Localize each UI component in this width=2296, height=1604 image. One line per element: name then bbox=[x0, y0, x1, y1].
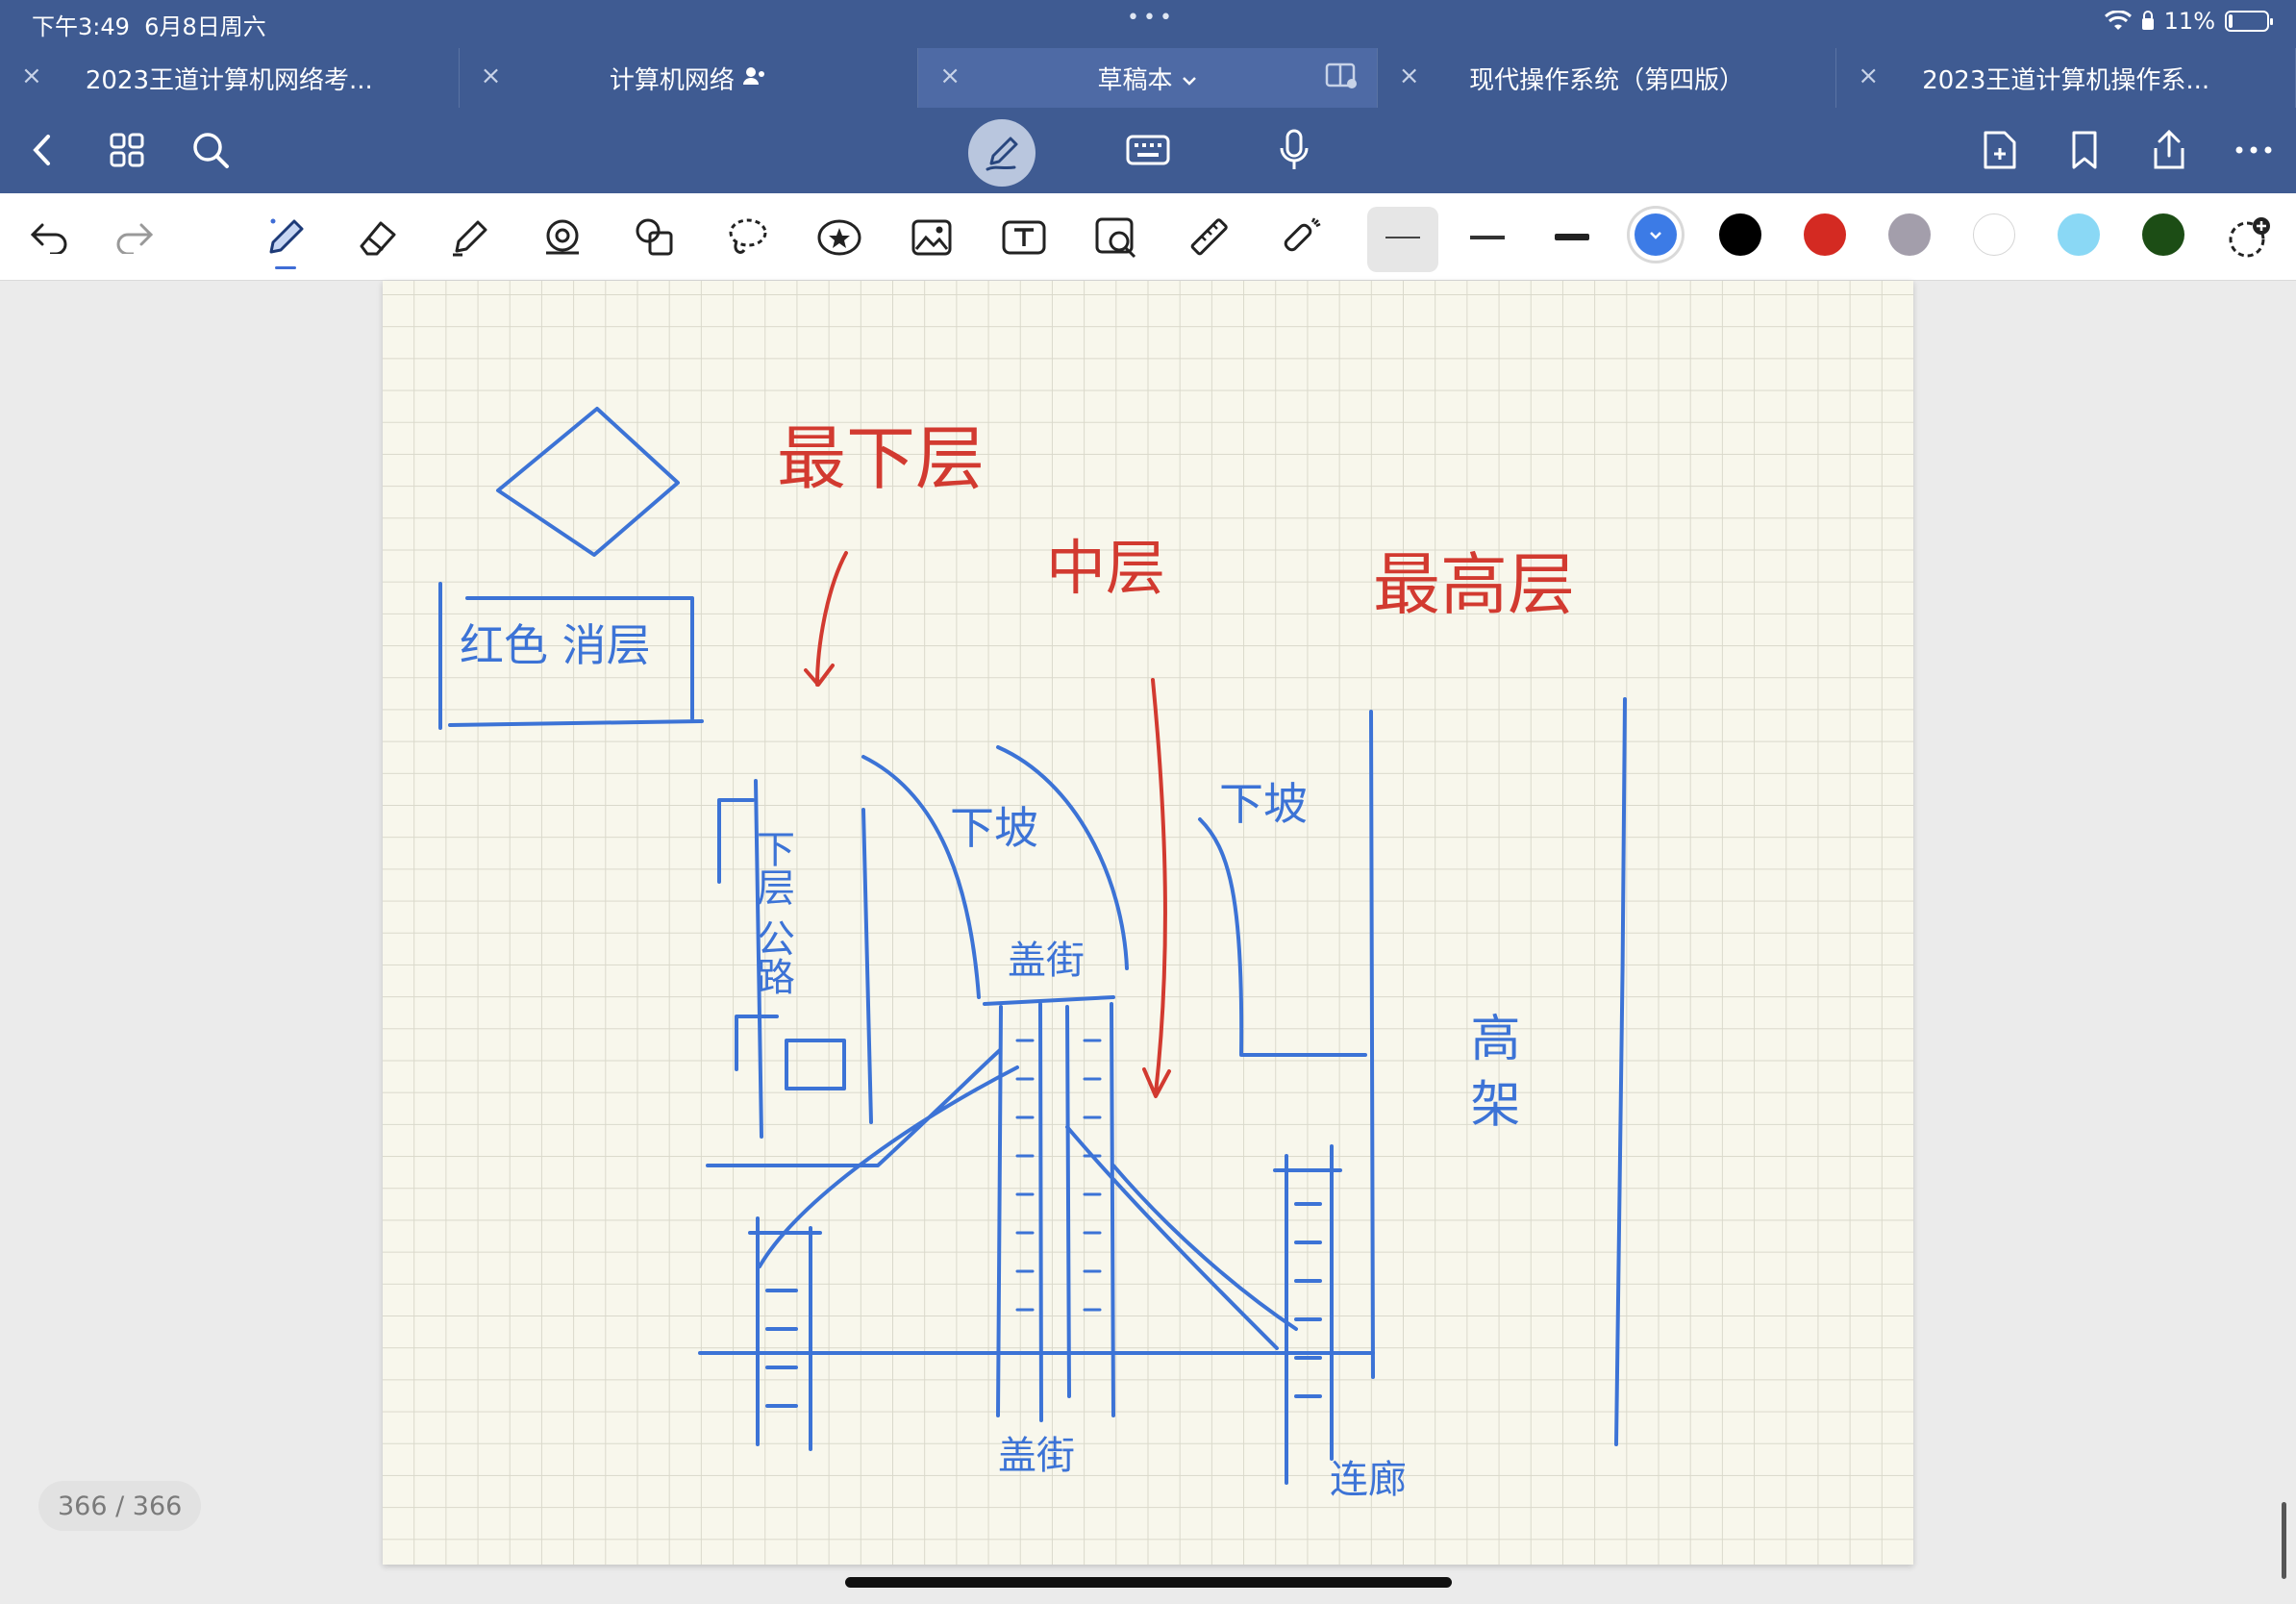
color-swatch-6[interactable] bbox=[2142, 213, 2184, 256]
wifi-icon bbox=[2104, 11, 2132, 30]
redo-icon[interactable] bbox=[108, 212, 160, 263]
undo-icon[interactable] bbox=[24, 212, 76, 263]
stroke-medium-icon[interactable] bbox=[1461, 212, 1513, 263]
chevron-down-icon[interactable] bbox=[1182, 63, 1197, 92]
microphone-icon[interactable] bbox=[1271, 127, 1317, 173]
handwritten-sketch: 红色 消层 最下层 中层 最高层 下层 公路 下坡 下坡 盖街 盖街 高 架 连… bbox=[438, 407, 1627, 1502]
label-ramp-right: 下坡 bbox=[1219, 778, 1308, 830]
diamond-shape bbox=[496, 407, 680, 557]
right-pillar bbox=[1273, 1144, 1342, 1485]
tab-4[interactable]: × 2023王道计算机操作系... bbox=[1836, 48, 2296, 108]
color-swatch-2[interactable] bbox=[1804, 213, 1846, 256]
status-time: 下午3:49 6月8日周六 bbox=[32, 13, 266, 40]
tab-2[interactable]: × 草稿本 bbox=[918, 48, 1378, 108]
ruler-tool-icon[interactable] bbox=[1183, 212, 1235, 263]
document-tabs: × 2023王道计算机网络考... × 计算机网络 × 草稿本 × 现代操作系统（第四版） × 2… bbox=[0, 48, 2296, 108]
laser-pointer-tool-icon[interactable] bbox=[1275, 212, 1327, 263]
back-icon[interactable] bbox=[19, 127, 65, 173]
tab-close-icon[interactable]: × bbox=[939, 62, 961, 90]
shapes-tool-icon[interactable] bbox=[537, 212, 588, 263]
pen-mode-icon[interactable] bbox=[968, 119, 1036, 187]
lasso-tool-icon[interactable] bbox=[721, 212, 773, 263]
label-lower-road: 下层 公路 bbox=[750, 829, 794, 995]
label-ramp-left: 下坡 bbox=[950, 802, 1038, 854]
grid-icon[interactable] bbox=[104, 127, 150, 173]
share-icon[interactable] bbox=[2146, 127, 2192, 173]
multitasking-dots-icon[interactable]: ••• bbox=[1127, 6, 1176, 30]
more-icon[interactable] bbox=[2231, 127, 2277, 173]
label-walkway-bottom: 盖街 bbox=[998, 1434, 1075, 1478]
keyboard-icon[interactable] bbox=[1125, 127, 1171, 173]
tab-label: 2023王道计算机网络考... bbox=[85, 65, 373, 95]
status-right: 11% bbox=[2104, 8, 2273, 35]
elements-tool-icon[interactable] bbox=[629, 212, 681, 263]
color-swatch-0[interactable] bbox=[1635, 213, 1677, 256]
tab-label: 现代操作系统（第四版） bbox=[1469, 65, 1745, 95]
home-indicator bbox=[845, 1577, 1452, 1588]
upper-ramp bbox=[1198, 817, 1367, 1057]
lower-road-lines bbox=[717, 779, 873, 1139]
tab-3[interactable]: × 现代操作系统（第四版） bbox=[1378, 48, 1837, 108]
highlighter-tool-icon[interactable] bbox=[444, 212, 496, 263]
search-icon[interactable] bbox=[187, 127, 234, 173]
color-swatch-1[interactable] bbox=[1719, 213, 1761, 256]
stroke-thin-icon[interactable] bbox=[1377, 212, 1429, 263]
tab-close-icon[interactable]: × bbox=[1858, 62, 1879, 90]
battery-percent: 11% bbox=[2163, 8, 2215, 35]
tab-close-icon[interactable]: × bbox=[1399, 62, 1420, 90]
page-counter: 366 / 366 bbox=[38, 1481, 202, 1531]
grid-paper-page[interactable]: 红色 消层 最下层 中层 最高层 下层 公路 下坡 下坡 盖街 盖街 高 架 连… bbox=[383, 281, 1913, 1565]
color-swatch-3[interactable] bbox=[1888, 213, 1931, 256]
label-bottom-layer: 最下层 bbox=[777, 418, 985, 499]
pen-tool-icon[interactable] bbox=[260, 212, 312, 269]
tab-0[interactable]: × 2023王道计算机网络考... bbox=[0, 48, 460, 108]
stroke-thick-icon[interactable] bbox=[1546, 212, 1598, 263]
battery-fill bbox=[2229, 14, 2233, 28]
text-tool-icon[interactable] bbox=[998, 212, 1050, 263]
label-top-layer: 最高层 bbox=[1373, 545, 1575, 624]
sticker-tool-icon[interactable] bbox=[813, 212, 865, 263]
legend-text: 红色 消层 bbox=[460, 619, 651, 671]
lock-rotation-icon bbox=[2141, 11, 2154, 30]
tab-label: 草稿本 bbox=[1097, 65, 1173, 95]
top-chrome: 下午3:49 6月8日周六 ••• 11% × 2023王道计算机网络考... × 计… bbox=[0, 0, 2296, 193]
red-arrow-center bbox=[1142, 678, 1171, 1098]
red-arrow-left bbox=[804, 551, 848, 687]
tab-close-icon[interactable]: × bbox=[21, 62, 42, 90]
shared-user-icon bbox=[742, 63, 767, 92]
battery-icon bbox=[2225, 11, 2273, 32]
label-elevated: 高 架 bbox=[1461, 1012, 1519, 1128]
status-bar: 下午3:49 6月8日周六 ••• 11% bbox=[0, 0, 2296, 46]
bookmark-icon[interactable] bbox=[2061, 127, 2108, 173]
left-pillar bbox=[748, 1216, 822, 1451]
tab-label: 2023王道计算机操作系... bbox=[1922, 65, 2210, 95]
image-tool-icon[interactable] bbox=[906, 212, 958, 263]
scrollbar-thumb[interactable] bbox=[2282, 1502, 2286, 1579]
color-swatch-5[interactable] bbox=[2058, 213, 2100, 256]
drawing-toolbar bbox=[0, 193, 2296, 281]
eraser-tool-icon[interactable] bbox=[352, 212, 404, 263]
diagonal-ramp-right bbox=[1065, 1125, 1298, 1350]
label-middle-layer: 中层 bbox=[1046, 533, 1165, 603]
color-swatch-4[interactable] bbox=[1973, 213, 2015, 256]
add-page-icon[interactable] bbox=[1977, 127, 2023, 173]
tab-close-icon[interactable]: × bbox=[481, 62, 502, 90]
ramp-left-curve bbox=[861, 755, 981, 999]
navigation-bar bbox=[0, 108, 2296, 193]
label-walkway-top: 盖街 bbox=[1008, 939, 1085, 983]
tab-1[interactable]: × 计算机网络 bbox=[460, 48, 919, 108]
label-connector: 连廊 bbox=[1330, 1458, 1407, 1502]
camera-tool-icon[interactable] bbox=[1090, 212, 1142, 263]
tab-label: 计算机网络 bbox=[609, 65, 735, 95]
split-view-icon[interactable] bbox=[1325, 63, 1358, 89]
add-color-icon[interactable] bbox=[2223, 212, 2275, 263]
